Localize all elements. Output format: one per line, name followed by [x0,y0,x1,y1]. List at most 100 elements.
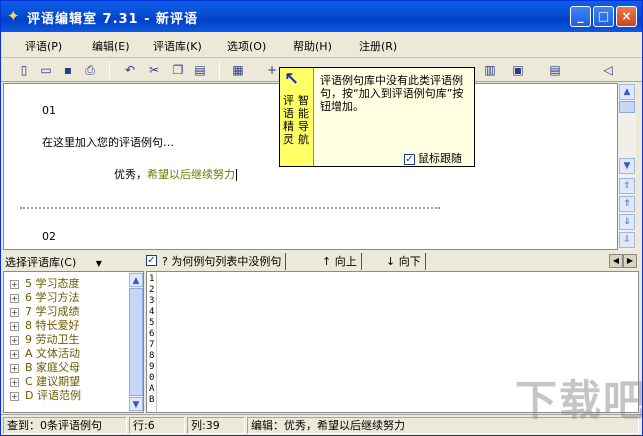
menu-help[interactable]: 帮助(H) [293,38,332,54]
page-bottom-icon[interactable]: ⇩ [619,232,635,248]
gutter-number: A [149,384,155,394]
tree-item-label: D 评语范例 [25,389,81,402]
tab-move-down[interactable]: ↓ 向下 [386,253,426,270]
title-bar[interactable]: ✦ 评语编辑室 7.31 - 新评语 _ □ × [1,1,642,32]
nav-left-icon[interactable]: ◀ [609,254,623,268]
nav-right-icon[interactable]: ▶ [623,254,637,268]
library-select[interactable]: 选择评语库(C) ▼ [5,254,127,270]
menu-comment[interactable]: 评语(P) [25,38,62,54]
gutter-number: 3 [149,296,155,306]
gutter-number: 9 [149,362,155,372]
scroll-up-icon[interactable]: ▲ [619,84,635,100]
tabs-checkbox[interactable]: ✓ [146,255,157,266]
comment-text: 希望以后继续努力 [147,168,235,181]
paste-icon[interactable]: ▤ [191,61,209,79]
library-select-label: 选择评语库(C) [5,256,77,269]
cut-icon[interactable]: ✂ [145,61,163,79]
watermark-logo: 下载吧 [515,376,643,425]
page-up-icon[interactable]: ⇑ [619,196,635,212]
expand-icon[interactable]: + [10,321,19,331]
status-found: 查到：0条评语例句 [3,417,127,434]
tab-move-up[interactable]: ↑ 向上 [322,253,362,270]
arrow-up-left-icon: ↖ [284,69,300,90]
menu-options[interactable]: 选项(O) [227,38,266,54]
table-icon[interactable]: ▣ [509,61,527,79]
tab-why-no-examples[interactable]: ? 为何例句列表中没例句 [162,253,287,270]
scroll-down-icon[interactable]: ▼ [619,158,635,174]
wizard-message: 评语例句库中没有此类评语例句，按“加入到评语例句库”按钮增加。 [320,74,464,113]
expand-icon[interactable]: + [10,293,19,303]
arrow-up-icon: ↑ [322,255,335,268]
save-icon[interactable]: ▪ [59,61,77,79]
gutter-number: 6 [149,329,155,339]
expand-icon[interactable]: + [10,335,19,345]
minimize-button[interactable]: _ [570,6,591,27]
expand-icon[interactable]: + [10,377,19,387]
gutter-number: 7 [149,340,155,350]
expand-icon[interactable]: + [10,279,19,289]
maximize-button[interactable]: □ [593,6,614,27]
status-col: 列:39 [187,417,245,434]
close-button[interactable]: × [616,6,637,27]
arrow-down-icon: ↓ [386,255,399,268]
settings-icon[interactable]: ▤ [546,61,564,79]
toolbar-separator [219,61,220,79]
gutter-number: 4 [149,307,155,317]
scroll-thumb[interactable] [129,288,143,396]
speaker-icon[interactable]: ◁ [599,61,617,79]
app-star-icon: ✦ [7,7,20,25]
wizard-icon[interactable]: ▦ [229,61,247,79]
move-down-label: 向下 [398,255,421,268]
toolbar-separator [109,61,110,79]
app-window: ✦ 评语编辑室 7.31 - 新评语 _ □ × 评语(P) 编辑(E) 评语库… [0,0,643,436]
library-tree[interactable]: +5 学习态度 +6 学习方法 +7 学习成绩 +8 特长爱好 +9 劳动卫生 … [3,271,144,413]
tree-item-d[interactable]: + D 评语范例 [10,387,81,403]
page-top-icon[interactable]: ⇧ [619,178,635,194]
undo-icon[interactable]: ↶ [121,61,139,79]
text-caret [236,169,237,181]
checkbox-checked-icon[interactable]: ✓ [404,153,415,165]
smart-wizard-popup[interactable]: ↖ 评语精灵 智能导航 评语例句库中没有此类评语例句，按“加入到评语例句库”按钮… [279,67,475,167]
grid-icon[interactable]: ▥ [481,61,499,79]
line-number-02: 02 [42,230,56,243]
gutter-number: 8 [149,351,155,361]
gutter-number: 0 [149,373,155,383]
menu-library[interactable]: 评语库(K) [153,38,202,54]
gutter-number: 1 [149,274,155,284]
follow-mouse-label: 鼠标跟随 [418,152,462,165]
line-number-01: 01 [42,104,56,117]
tree-scrollbar[interactable]: ▲ ▼ [129,272,143,412]
expand-icon[interactable]: + [10,307,19,317]
follow-mouse-checkbox[interactable]: ✓ 鼠标跟随 [404,150,462,166]
scroll-thumb[interactable] [619,101,635,113]
scroll-down-icon[interactable]: ▼ [129,397,143,411]
print-icon[interactable]: ⎙ [81,61,99,79]
placeholder-line: 在这里加入您的评语例句… [42,136,174,149]
page-down-icon[interactable]: ⇓ [619,214,635,230]
comment-prefix: 优秀， [114,168,147,181]
menu-edit[interactable]: 编辑(E) [92,38,130,54]
line-divider [20,207,440,209]
window-title: 评语编辑室 7.31 - 新评语 [27,12,199,27]
gutter-number: 5 [149,318,155,328]
bottom-toolbar: 选择评语库(C) ▼ ✓ ? 为何例句列表中没例句 ↑ 向上 ↓ 向下 ◀ ▶ [1,252,642,271]
comment-line[interactable]: 优秀，希望以后继续努力 [114,166,237,182]
editor-scrollbar[interactable]: ▲ ▼ ⇧ ⇑ ⇓ ⇩ [618,83,636,250]
move-up-label: 向上 [334,255,357,268]
menu-register[interactable]: 注册(R) [359,38,397,54]
expand-icon[interactable]: + [10,391,19,401]
wizard-side-panel: ↖ 评语精灵 智能导航 [280,68,314,166]
gutter-number: B [149,395,155,405]
gutter-number: 2 [149,285,155,295]
dropdown-arrow-icon[interactable]: ▼ [96,259,102,268]
status-row: 行:6 [129,417,185,434]
scroll-up-icon[interactable]: ▲ [129,273,143,287]
copy-icon[interactable]: ❐ [169,61,187,79]
open-folder-icon[interactable]: ▭ [37,61,55,79]
menu-bar: 评语(P) 编辑(E) 评语库(K) 选项(O) 帮助(H) 注册(R) [1,32,642,58]
wizard-title-col2: 智能导航 [298,94,309,146]
expand-icon[interactable]: + [10,363,19,373]
new-file-icon[interactable]: ▯ [15,61,33,79]
expand-icon[interactable]: + [10,349,19,359]
wizard-title-col1: 评语精灵 [283,94,294,146]
